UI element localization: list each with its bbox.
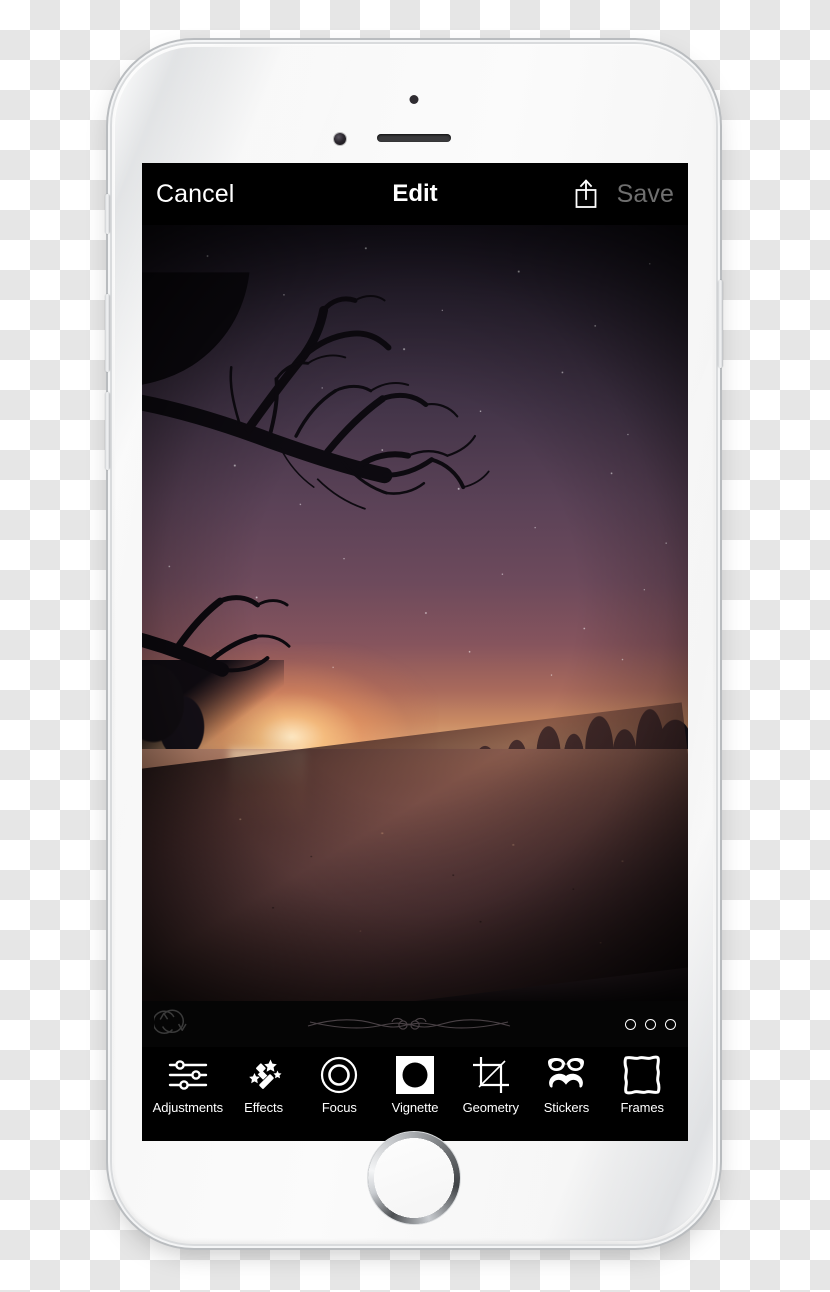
sliders-icon — [167, 1053, 209, 1097]
tool-frames[interactable]: Frames — [604, 1053, 680, 1115]
cancel-button[interactable]: Cancel — [156, 180, 234, 209]
page-dot-1[interactable] — [625, 1018, 636, 1030]
proximity-sensor — [409, 95, 419, 104]
tool-effects[interactable]: Effects — [226, 1053, 302, 1115]
tool-label-adjustments: Adjustments — [152, 1100, 224, 1115]
volume-up-button[interactable] — [105, 294, 110, 372]
vignette-icon — [395, 1053, 435, 1097]
tool-vignette[interactable]: Vignette — [377, 1053, 453, 1115]
tool-focus[interactable]: Focus — [301, 1053, 377, 1115]
ornamental-flourish — [192, 1009, 625, 1039]
image-canvas: Cancel Edit Save Adjustments Effects Foc… — [0, 0, 830, 1292]
tool-stickers[interactable]: Stickers — [529, 1053, 605, 1115]
photo-pebbles — [142, 768, 688, 1001]
save-button[interactable]: Save — [617, 180, 674, 209]
tool-label-effects: Effects — [244, 1100, 283, 1115]
share-icon[interactable] — [573, 178, 599, 210]
home-button[interactable] — [372, 1136, 456, 1220]
tool-label-vignette: Vignette — [391, 1100, 439, 1115]
power-button[interactable] — [718, 280, 723, 368]
tool-label-frames: Frames — [620, 1100, 664, 1115]
tool-label-focus: Focus — [321, 1100, 357, 1115]
phone-screen: Cancel Edit Save Adjustments Effects Foc… — [142, 163, 688, 1141]
earpiece-speaker — [377, 134, 451, 142]
volume-down-button[interactable] — [105, 392, 110, 470]
tool-bar: Adjustments Effects Focus Vignette Geome… — [142, 1047, 688, 1141]
front-camera — [334, 133, 346, 145]
crop-icon — [471, 1053, 511, 1097]
tool-adjustments[interactable]: Adjustments — [150, 1053, 226, 1115]
magic-wand-icon — [245, 1053, 283, 1097]
reset-rotate-icon[interactable] — [152, 1005, 192, 1044]
focus-rings-icon — [319, 1053, 359, 1097]
iphone-device-frame: Cancel Edit Save Adjustments Effects Foc… — [105, 44, 723, 1244]
nav-right-group: Save — [573, 178, 674, 210]
tool-label-geometry: Geometry — [462, 1100, 519, 1115]
photo-preview[interactable] — [142, 225, 688, 1001]
ornate-frame-icon — [622, 1053, 662, 1097]
photo-tree-lower-silhouette — [142, 595, 291, 677]
nav-bar: Cancel Edit Save — [142, 163, 688, 225]
sub-toolbar — [142, 1001, 688, 1047]
tool-geometry[interactable]: Geometry — [453, 1053, 529, 1115]
mute-switch[interactable] — [105, 194, 110, 234]
page-dot-3[interactable] — [665, 1018, 676, 1030]
glasses-mustache-icon — [544, 1053, 588, 1097]
tool-label-stickers: Stickers — [543, 1100, 590, 1115]
page-dots — [625, 1018, 676, 1030]
page-dot-2[interactable] — [645, 1018, 656, 1030]
